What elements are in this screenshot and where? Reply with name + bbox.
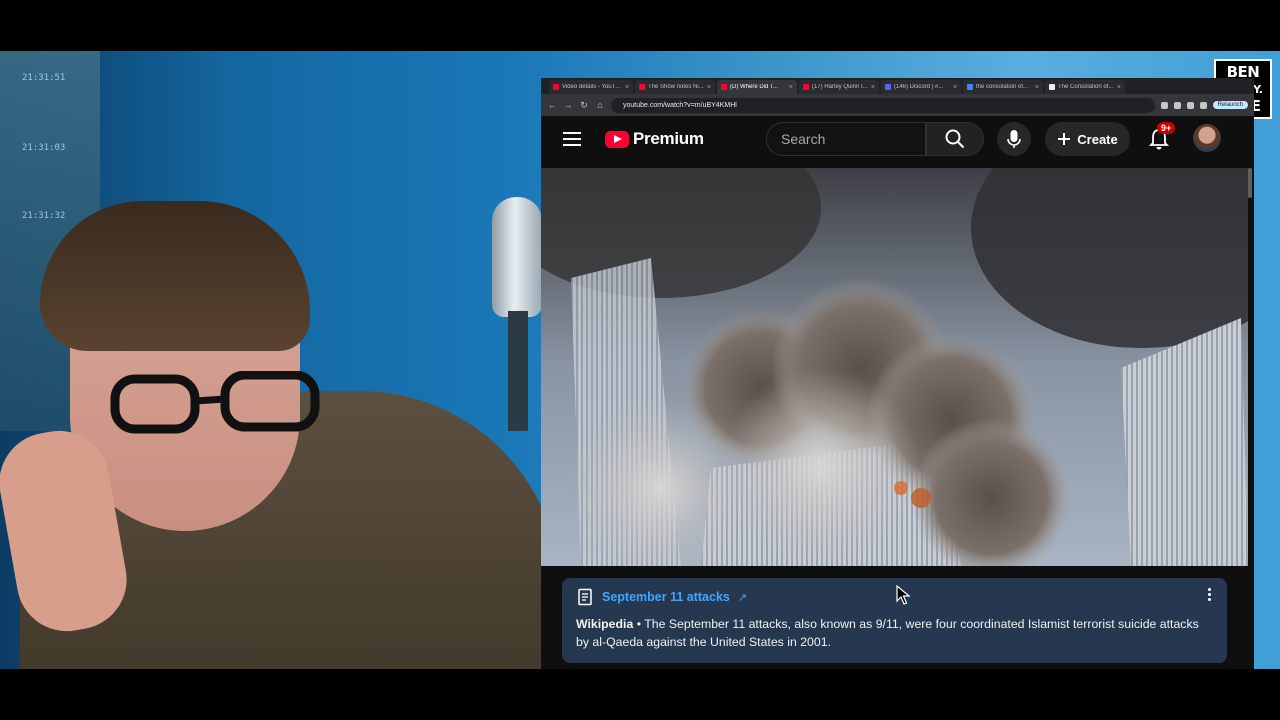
menu-icon[interactable]	[563, 132, 581, 146]
tab-label: (17) Harley Quinn I...	[812, 84, 868, 90]
search-icon	[945, 129, 965, 149]
logo-text: Premium	[633, 129, 704, 148]
youtube-favicon-icon	[721, 84, 727, 90]
close-icon[interactable]: ×	[789, 84, 793, 91]
letterbox-top	[0, 0, 1280, 51]
plus-icon	[1058, 133, 1071, 145]
wall-clock-2: 21:31:03	[22, 143, 66, 153]
discord-favicon-icon	[885, 84, 891, 90]
video-frame-image	[541, 168, 1248, 566]
browser-tab[interactable]: The Show notes Ni... ×	[635, 80, 715, 94]
description-text: The September 11 attacks, also known as …	[576, 617, 1199, 649]
browser-tab[interactable]: Video details - YouTube ×	[549, 80, 633, 94]
youtube-favicon-icon	[803, 84, 809, 90]
studio-microphone	[492, 197, 542, 317]
tab-label: (D) Where Did T...	[730, 84, 778, 90]
home-icon[interactable]: ⌂	[595, 100, 605, 110]
video-player[interactable]	[541, 168, 1248, 566]
create-label: Create	[1077, 131, 1118, 147]
reload-icon[interactable]: ↻	[579, 100, 589, 111]
info-panel-header: September 11 attacks ↗	[576, 588, 1213, 606]
wikipedia-favicon-icon	[1049, 84, 1055, 90]
close-icon[interactable]: ×	[707, 84, 711, 91]
tab-label: Video details - YouTube	[562, 84, 622, 90]
information-panel: September 11 attacks ↗ Wikipedia • The S…	[562, 578, 1227, 663]
notification-badge: 9+	[1157, 122, 1176, 134]
youtube-logo[interactable]: Premium	[605, 129, 704, 149]
extension-icon[interactable]	[1160, 101, 1168, 109]
url-field[interactable]: youtube.com/watch?v=m/uBY4KMHl	[611, 97, 1155, 113]
streamer-hair	[40, 201, 310, 351]
close-icon[interactable]: ×	[625, 84, 629, 91]
relaunch-button[interactable]: Relaunch	[1212, 101, 1248, 109]
youtube-play-icon	[605, 130, 629, 148]
browser-tab[interactable]: (146) Discord | #... ×	[881, 80, 961, 94]
extension-icon[interactable]	[1173, 101, 1181, 109]
voice-search-button[interactable]	[997, 122, 1031, 156]
close-icon[interactable]: ×	[1035, 84, 1039, 91]
wall-clock-1: 21:31:51	[22, 73, 66, 83]
glasses	[110, 371, 320, 434]
extension-icon[interactable]	[1186, 101, 1194, 109]
screen: 21:31:51 21:31:03 21:31:32 BEN AVERY. LI…	[0, 0, 1280, 720]
avatar[interactable]	[1193, 124, 1221, 152]
webcam-feed: 21:31:51 21:31:03 21:31:32	[0, 51, 560, 669]
browser-tab[interactable]: the consolation of... ×	[963, 80, 1043, 94]
youtube-favicon-icon	[553, 84, 559, 90]
browser-tab[interactable]: (17) Harley Quinn I... ×	[799, 80, 879, 94]
document-icon	[578, 588, 592, 606]
info-panel-description: Wikipedia • The September 11 attacks, al…	[576, 615, 1213, 651]
close-icon[interactable]: ×	[871, 84, 875, 91]
cursor-icon	[896, 585, 910, 605]
microphone-stand	[508, 311, 528, 431]
forward-icon[interactable]: →	[563, 100, 573, 110]
back-icon[interactable]: ←	[547, 100, 557, 110]
youtube-header: Premium Search Create 9+	[541, 116, 1254, 162]
browser-window: Video details - YouTube × The Show notes …	[541, 78, 1254, 669]
search-input[interactable]: Search	[766, 122, 926, 156]
browser-tab-active[interactable]: (D) Where Did T... ×	[717, 80, 797, 94]
info-panel-title-link[interactable]: September 11 attacks	[602, 590, 730, 604]
create-button[interactable]: Create	[1045, 122, 1130, 156]
browser-tab[interactable]: The Consolation of... ×	[1045, 80, 1125, 94]
microphone-icon	[1007, 130, 1021, 148]
info-panel-source: Wikipedia	[576, 617, 634, 631]
search-button[interactable]	[926, 122, 984, 156]
tab-label: The Consolation of...	[1058, 84, 1114, 90]
tab-label: the consolation of...	[976, 84, 1029, 90]
youtube-favicon-icon	[639, 84, 645, 90]
more-vert-icon[interactable]	[1205, 588, 1213, 601]
extension-icon[interactable]	[1199, 101, 1207, 109]
close-icon[interactable]: ×	[1117, 84, 1121, 91]
close-icon[interactable]: ×	[953, 84, 957, 91]
letterbox-bottom	[0, 669, 1280, 720]
google-favicon-icon	[967, 84, 973, 90]
separator: •	[633, 617, 645, 631]
address-bar: ← → ↻ ⌂ youtube.com/watch?v=m/uBY4KMHl R…	[541, 94, 1254, 116]
tab-label: The Show notes Ni...	[648, 84, 704, 90]
page-scrollbar[interactable]	[1248, 168, 1252, 198]
tab-label: (146) Discord | #...	[894, 84, 944, 90]
external-link-icon[interactable]: ↗	[738, 591, 747, 604]
tab-strip: Video details - YouTube × The Show notes …	[541, 78, 1254, 94]
wall-clock-3: 21:31:32	[22, 211, 66, 221]
